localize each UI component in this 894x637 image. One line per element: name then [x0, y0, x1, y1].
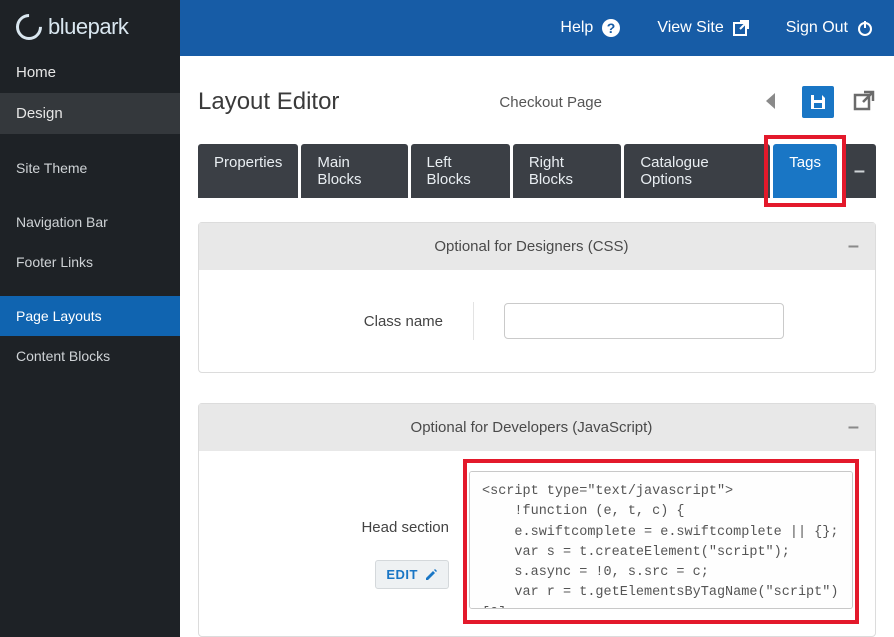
- class-name-input[interactable]: [504, 303, 784, 339]
- sidebar-item-design[interactable]: Design: [0, 93, 180, 134]
- sidebar-item-navigation-bar[interactable]: Navigation Bar: [0, 202, 180, 242]
- content: Layout Editor Checkout Page Properties M…: [180, 56, 894, 637]
- header-actions: [760, 86, 876, 118]
- head-section-code[interactable]: [469, 471, 853, 609]
- tab-tags-label: Tags: [789, 154, 821, 171]
- class-name-label: Class name: [223, 313, 443, 330]
- spacer: [0, 282, 180, 296]
- svg-text:?: ?: [607, 20, 616, 36]
- panel-css-header: Optional for Designers (CSS) –: [199, 223, 875, 270]
- view-site-link[interactable]: View Site: [657, 19, 749, 37]
- main: Help ? View Site Sign Out Layout Editor …: [180, 0, 894, 637]
- panel-css-title: Optional for Designers (CSS): [434, 238, 628, 255]
- separator: [473, 302, 474, 340]
- sidebar-item-content-blocks[interactable]: Content Blocks: [0, 336, 180, 376]
- panel-css: Optional for Designers (CSS) – Class nam…: [198, 222, 876, 373]
- sign-out-label: Sign Out: [786, 19, 848, 37]
- back-button[interactable]: [760, 89, 784, 116]
- class-name-row: Class name: [223, 302, 851, 340]
- edit-button[interactable]: EDIT: [375, 560, 449, 589]
- head-section-controls: Head section EDIT: [219, 471, 449, 589]
- sidebar-item-page-layouts[interactable]: Page Layouts: [0, 296, 180, 336]
- spacer: [0, 188, 180, 202]
- help-link[interactable]: Help ?: [560, 18, 621, 38]
- logo-swirl-icon: [11, 9, 48, 46]
- save-button[interactable]: [802, 86, 834, 118]
- brand-name: bluepark: [48, 14, 128, 40]
- brand-logo: bluepark: [0, 0, 180, 52]
- sidebar-item-footer-links[interactable]: Footer Links: [0, 242, 180, 282]
- tabs: Properties Main Blocks Left Blocks Right…: [180, 144, 894, 198]
- panel-js-collapse[interactable]: –: [848, 416, 859, 439]
- panel-css-body: Class name: [199, 270, 875, 372]
- panel-js-body: Head section EDIT: [199, 451, 875, 636]
- view-site-label: View Site: [657, 19, 723, 37]
- panels: Optional for Designers (CSS) – Class nam…: [180, 198, 894, 637]
- highlight-box: [764, 135, 846, 207]
- sidebar-item-site-theme[interactable]: Site Theme: [0, 148, 180, 188]
- topbar: Help ? View Site Sign Out: [180, 0, 894, 56]
- tab-left-blocks[interactable]: Left Blocks: [411, 144, 510, 198]
- tab-properties[interactable]: Properties: [198, 144, 298, 198]
- pencil-icon: [424, 568, 438, 582]
- tab-main-blocks[interactable]: Main Blocks: [301, 144, 407, 198]
- panel-js: Optional for Developers (JavaScript) – H…: [198, 403, 876, 637]
- tab-tags[interactable]: Tags: [773, 144, 837, 198]
- sign-out-link[interactable]: Sign Out: [786, 19, 874, 37]
- open-external-button[interactable]: [852, 89, 876, 116]
- page-title: Layout Editor: [198, 88, 339, 116]
- edit-button-label: EDIT: [386, 567, 418, 582]
- tab-catalogue-options[interactable]: Catalogue Options: [624, 144, 770, 198]
- panel-js-title: Optional for Developers (JavaScript): [411, 419, 653, 436]
- external-link-icon: [732, 19, 750, 37]
- help-icon: ?: [601, 18, 621, 38]
- help-label: Help: [560, 19, 593, 37]
- code-wrap: [469, 471, 853, 612]
- tabs-collapse-button[interactable]: –: [843, 144, 876, 198]
- spacer: [0, 134, 180, 148]
- sidebar: bluepark Home Design Site Theme Navigati…: [0, 0, 180, 637]
- panel-css-collapse[interactable]: –: [848, 235, 859, 258]
- panel-js-header: Optional for Developers (JavaScript) –: [199, 404, 875, 451]
- power-icon: [856, 19, 874, 37]
- header-row: Layout Editor Checkout Page: [180, 86, 894, 144]
- sidebar-item-home[interactable]: Home: [0, 52, 180, 93]
- head-section-label: Head section: [219, 519, 449, 536]
- tab-right-blocks[interactable]: Right Blocks: [513, 144, 621, 198]
- page-subtitle: Checkout Page: [499, 94, 602, 111]
